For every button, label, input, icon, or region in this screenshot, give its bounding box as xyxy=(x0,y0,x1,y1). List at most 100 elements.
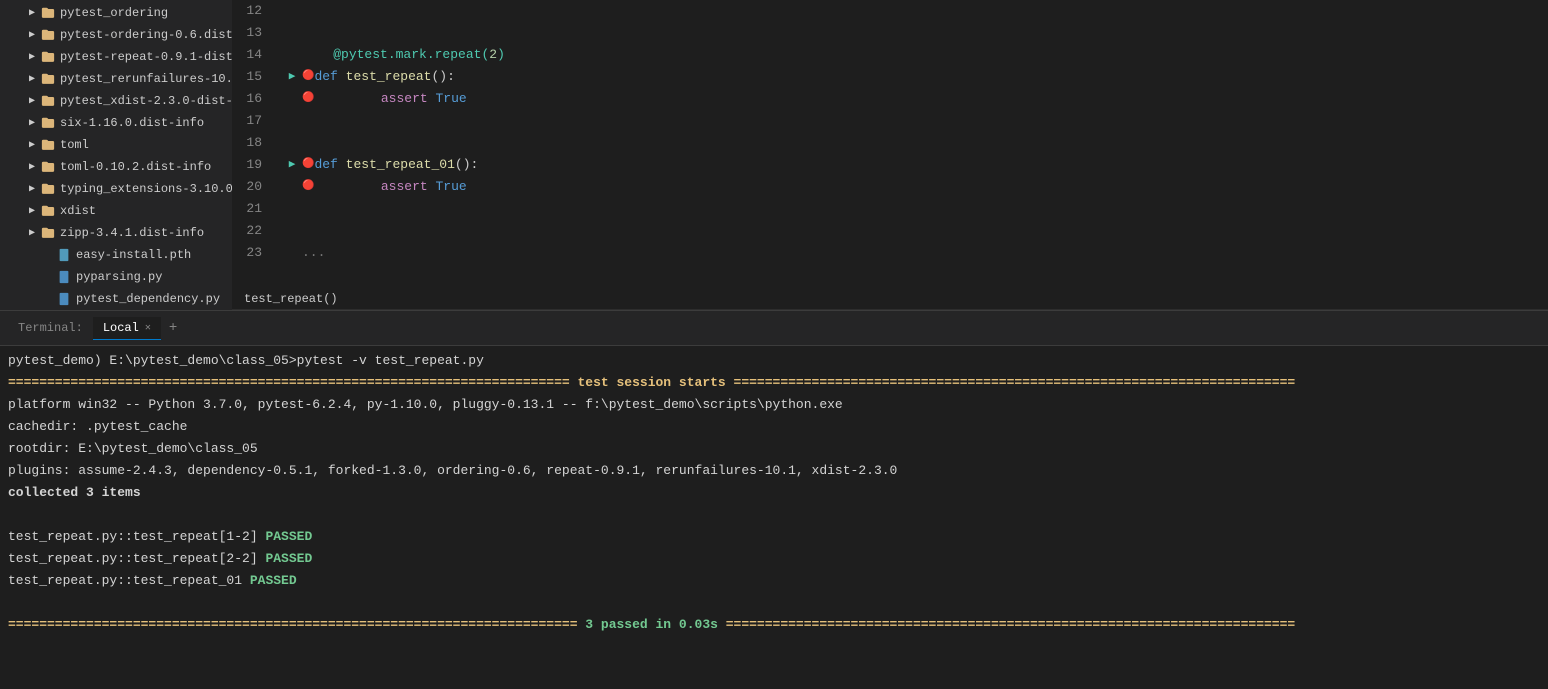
sidebar-item-easy-install[interactable]: ▶ easy-install.pth xyxy=(0,244,232,266)
code-content: 12 13 14 15 16 17 18 19 20 21 22 23 xyxy=(232,0,1548,288)
sidebar-item-label: pytest_rerunfailures-10.1.d xyxy=(60,72,232,86)
sidebar-item-label: six-1.16.0.dist-info xyxy=(60,116,204,130)
code-line-13 xyxy=(282,22,1548,44)
gutter-18 xyxy=(282,132,302,154)
terminal-separator1-line: ========================================… xyxy=(8,372,1540,394)
code-panel: 12 13 14 15 16 17 18 19 20 21 22 23 xyxy=(232,0,1548,310)
assert-kw-16: assert xyxy=(381,88,436,110)
sidebar-item-typing-extensions[interactable]: ▶ typing_extensions-3.10.0.0 xyxy=(0,178,232,200)
sidebar-item-pytest-xdist-dist[interactable]: ▶ pytest_xdist-2.3.0-dist-info xyxy=(0,90,232,112)
collapse-arrow-icon: ▶ xyxy=(24,225,40,241)
sidebar-item-pyparsing[interactable]: ▶ pyparsing.py xyxy=(0,266,232,288)
terminal-cachedir-line: cachedir: .pytest_cache xyxy=(8,416,1540,438)
code-line-17 xyxy=(282,110,1548,132)
collapse-arrow-icon: ▶ xyxy=(24,49,40,65)
code-line-18 xyxy=(282,132,1548,154)
terminal-separator2: ========================================… xyxy=(8,614,1295,636)
fn-paren-19: (): xyxy=(455,154,478,176)
code-indent-20 xyxy=(318,176,380,198)
sidebar-item-label: typing_extensions-3.10.0.0 xyxy=(60,182,232,196)
terminal-platform-text: platform win32 -- Python 3.7.0, pytest-6… xyxy=(8,394,843,416)
gutter-22 xyxy=(282,220,302,242)
code-indent-14 xyxy=(302,44,333,66)
sidebar-item-label: pytest_ordering xyxy=(60,6,168,20)
breadcrumb-text: test_repeat() xyxy=(244,292,338,306)
def-kw-19: def xyxy=(314,154,345,176)
sidebar-item-zipp-dist[interactable]: ▶ zipp-3.4.1.dist-info xyxy=(0,222,232,244)
main-container: ▶ pytest_ordering ▶ pytest-ordering-0.6.… xyxy=(0,0,1548,689)
gutter-12 xyxy=(282,0,302,22)
terminal-test1-status: PASSED xyxy=(265,526,312,548)
sidebar-item-xdist[interactable]: ▶ xdist xyxy=(0,200,232,222)
ellipsis-23: ... xyxy=(302,242,325,264)
collapse-arrow-icon: ▶ xyxy=(24,93,40,109)
tab-local[interactable]: Local ✕ xyxy=(93,317,161,340)
terminal-cachedir-text: cachedir: .pytest_cache xyxy=(8,416,187,438)
tab-local-label: Local xyxy=(103,321,139,335)
assert-kw-20: assert xyxy=(381,176,436,198)
sidebar-item-toml[interactable]: ▶ toml xyxy=(0,134,232,156)
breadcrumb: test_repeat() xyxy=(232,288,1548,310)
gutter-21 xyxy=(282,198,302,220)
terminal-output: pytest_demo) E:\pytest_demo\class_05>pyt… xyxy=(0,346,1548,689)
sidebar-item-toml-dist[interactable]: ▶ toml-0.10.2.dist-info xyxy=(0,156,232,178)
collapse-arrow-icon: ▶ xyxy=(24,115,40,131)
collapse-arrow-icon: ▶ xyxy=(24,203,40,219)
collapse-arrow-icon: ▶ xyxy=(24,159,40,175)
sidebar-item-label: pytest-repeat-0.9.1-dist-inf xyxy=(60,50,232,64)
sidebar-item-label: pytest_dependency.py xyxy=(76,292,220,306)
decorator-num-14: 2 xyxy=(489,44,497,66)
tab-close-icon[interactable]: ✕ xyxy=(145,322,151,334)
terminal-test2-line: test_repeat.py::test_repeat[2-2] PASSED xyxy=(8,548,1540,570)
folder-icon xyxy=(40,203,56,219)
sidebar-item-pytest-ordering-dist[interactable]: ▶ pytest-ordering-0.6.dist-inf xyxy=(0,24,232,46)
sidebar-item-label: toml xyxy=(60,138,89,152)
breakpoint-20: 🔴 xyxy=(302,176,314,198)
terminal-separator2-line: ========================================… xyxy=(8,614,1540,636)
sidebar-item-pytest-ordering[interactable]: ▶ pytest_ordering xyxy=(0,2,232,24)
true-val-20: True xyxy=(435,176,466,198)
fn-name-15: test_repeat xyxy=(346,66,432,88)
terminal-area: Terminal: Local ✕ + pytest_demo) E:\pyte… xyxy=(0,310,1548,689)
sidebar-item-pytest-repeat-dist[interactable]: ▶ pytest-repeat-0.9.1-dist-inf xyxy=(0,46,232,68)
decorator-close-14: ) xyxy=(497,44,505,66)
code-lines: @pytest.mark.repeat(2) ▶ 🔴 def test_repe… xyxy=(270,0,1548,288)
code-line-21 xyxy=(282,198,1548,220)
gutter-20 xyxy=(282,176,302,198)
gutter-14 xyxy=(282,44,302,66)
folder-icon xyxy=(40,159,56,175)
sidebar-item-pytest-dependency[interactable]: ▶ pytest_dependency.py xyxy=(0,288,232,310)
gutter-17 xyxy=(282,110,302,132)
sidebar-item-six-dist[interactable]: ▶ six-1.16.0.dist-info xyxy=(0,112,232,134)
sidebar-item-pytest-rerun-dist[interactable]: ▶ pytest_rerunfailures-10.1.d xyxy=(0,68,232,90)
folder-icon xyxy=(40,27,56,43)
terminal-tabs: Terminal: Local ✕ + xyxy=(0,311,1548,346)
sidebar: ▶ pytest_ordering ▶ pytest-ordering-0.6.… xyxy=(0,0,232,310)
terminal-empty-line xyxy=(8,504,1540,526)
run-icon-15[interactable]: ▶ xyxy=(282,66,302,88)
terminal-add-button[interactable]: + xyxy=(161,316,185,340)
code-line-22 xyxy=(282,220,1548,242)
gutter-13 xyxy=(282,22,302,44)
gutter-16 xyxy=(282,88,302,110)
code-line-23: ... xyxy=(282,242,1548,264)
terminal-collected-line: collected 3 items xyxy=(8,482,1540,504)
terminal-test3-status: PASSED xyxy=(250,570,297,592)
terminal-separator1: ========================================… xyxy=(8,372,1295,394)
terminal-plugins-text: plugins: assume-2.4.3, dependency-0.5.1,… xyxy=(8,460,897,482)
fn-name-19: test_repeat_01 xyxy=(346,154,455,176)
sidebar-item-label: pytest_xdist-2.3.0-dist-info xyxy=(60,94,232,108)
breakpoint-16: 🔴 xyxy=(302,88,314,110)
collapse-arrow-icon: ▶ xyxy=(24,137,40,153)
folder-icon xyxy=(40,49,56,65)
terminal-test1-line: test_repeat.py::test_repeat[1-2] PASSED xyxy=(8,526,1540,548)
terminal-empty-line2 xyxy=(8,592,1540,614)
code-line-15: ▶ 🔴 def test_repeat(): xyxy=(282,66,1548,88)
terminal-collected-text: collected 3 items xyxy=(8,482,141,504)
sidebar-item-label: zipp-3.4.1.dist-info xyxy=(60,226,204,240)
folder-icon xyxy=(40,93,56,109)
run-icon-19[interactable]: ▶ xyxy=(282,154,302,176)
gutter-23 xyxy=(282,242,302,264)
collapse-arrow-icon: ▶ xyxy=(24,5,40,21)
terminal-label: Terminal: xyxy=(8,317,93,340)
